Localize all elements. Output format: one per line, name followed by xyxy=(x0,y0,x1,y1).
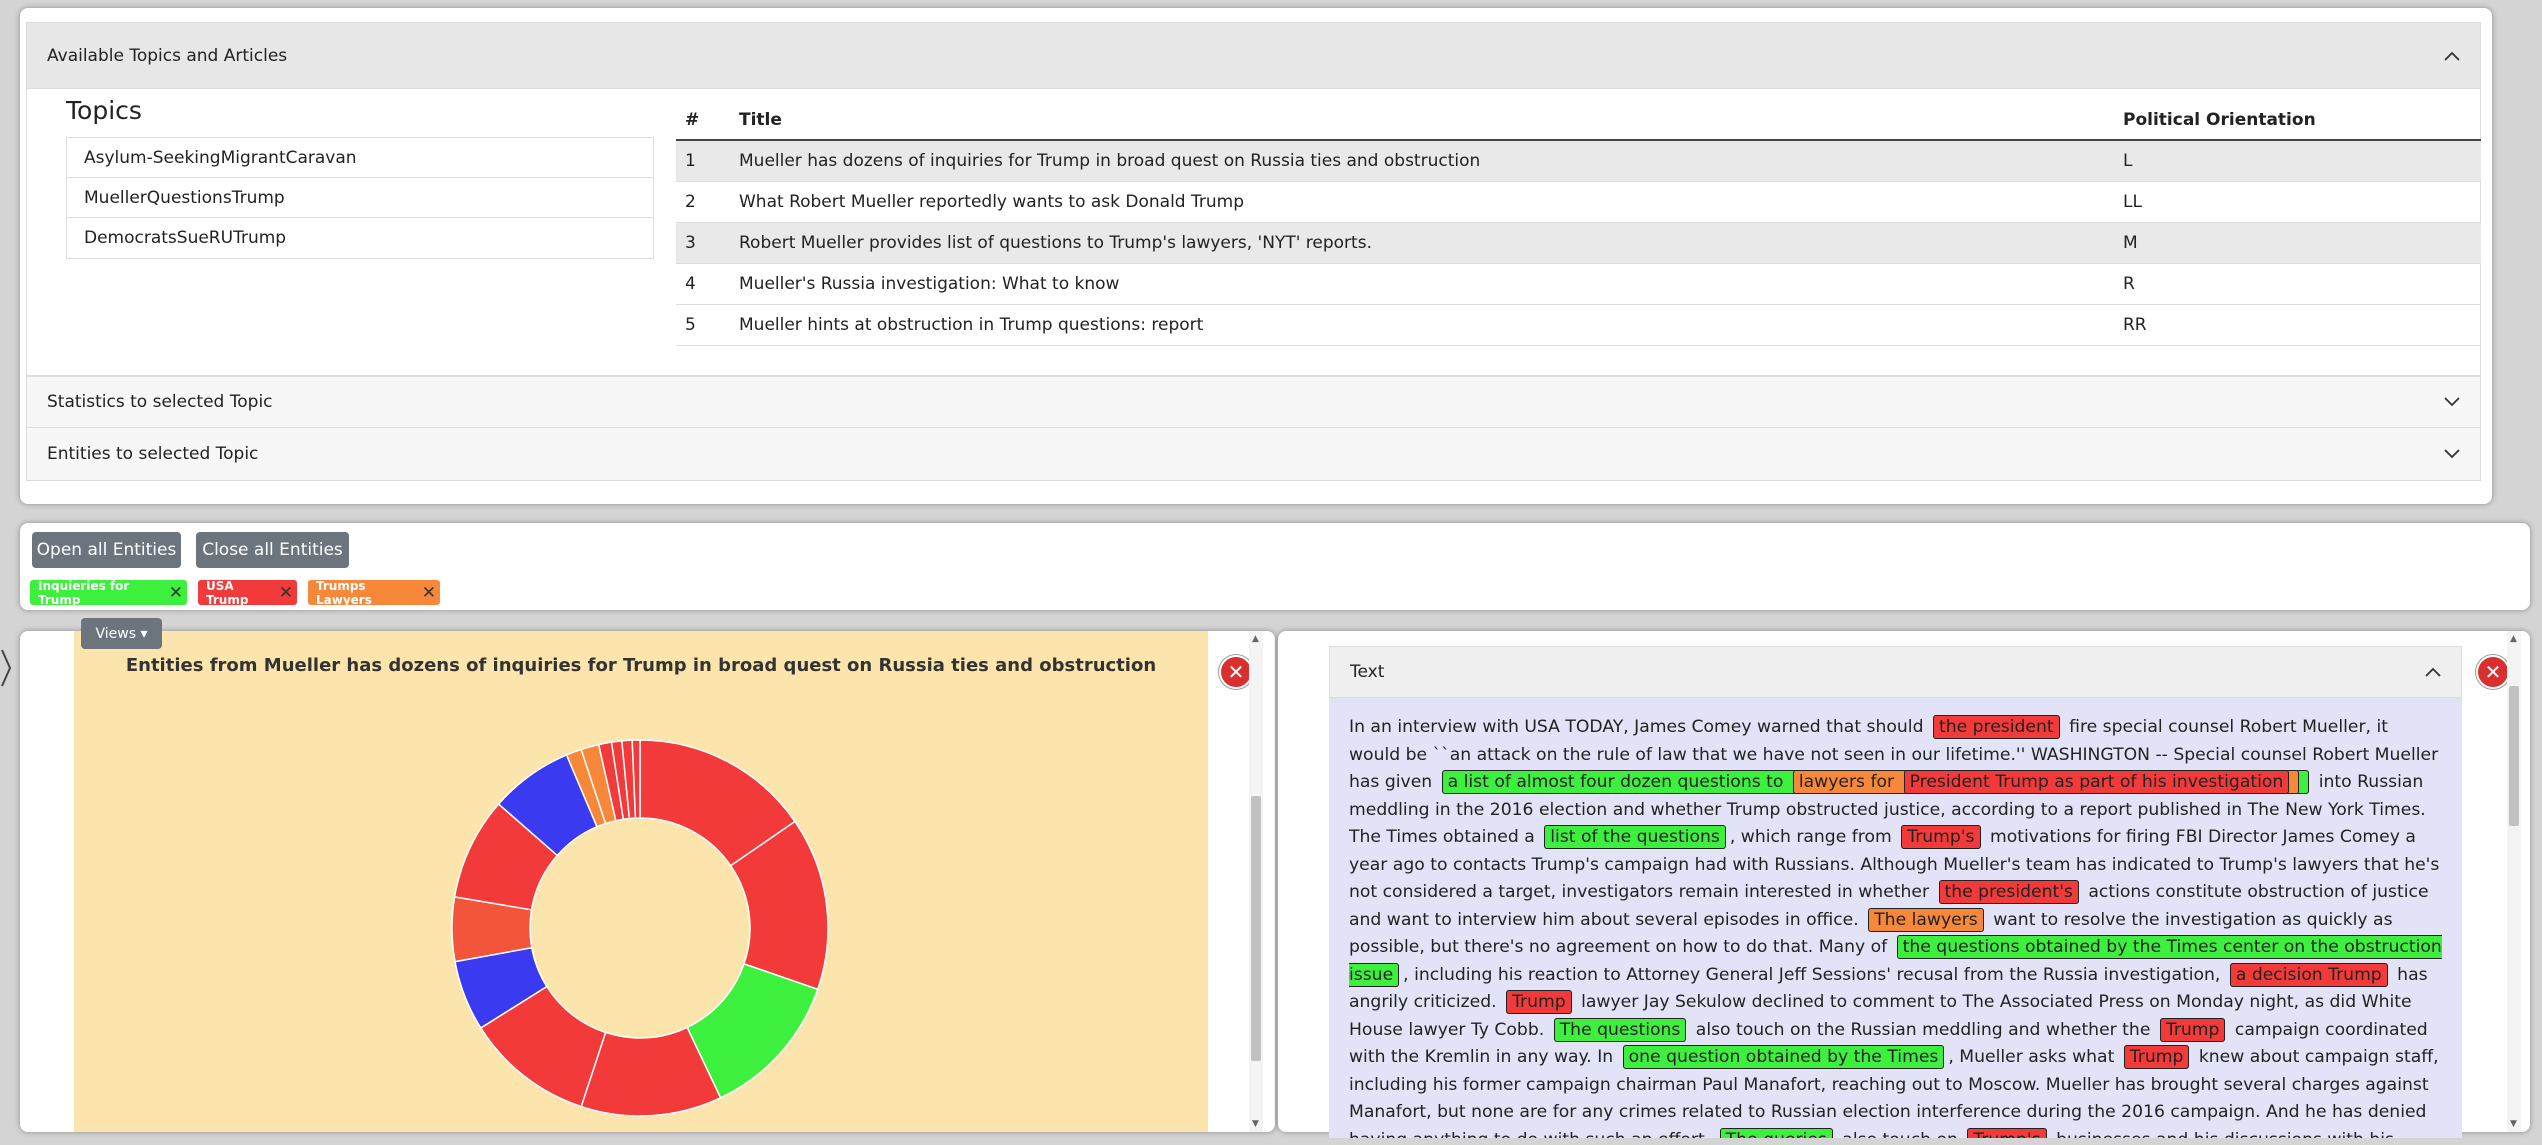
entity-highlight[interactable]: The lawyers xyxy=(1868,907,1984,932)
chevron-down-icon xyxy=(2444,397,2460,407)
entity-highlight[interactable]: lawyers for President Trump as part of h… xyxy=(1792,770,2300,794)
entity-tag-trumps-lawyers[interactable]: Trumps Lawyers ✕ xyxy=(308,578,440,607)
open-all-entities-button[interactable]: Open all Entities xyxy=(32,532,181,568)
accordion-header-text[interactable]: Text xyxy=(1329,646,2462,698)
topic-list: Asylum-SeekingMigrantCaravan MuellerQues… xyxy=(66,137,654,259)
cell-orientation: LL xyxy=(2114,181,2481,223)
entity-highlight[interactable]: the president's xyxy=(1938,880,2079,904)
accordion-title: Text xyxy=(1350,662,1385,682)
table-header-row: # Title Political Orientation xyxy=(676,100,2481,141)
table-row[interactable]: 5 Mueller hints at obstruction in Trump … xyxy=(676,304,2481,346)
entity-tag-label: Inquieries for Trump xyxy=(38,578,130,607)
topics-heading: Topics xyxy=(66,96,142,125)
scroll-down-arrow-icon[interactable]: ▼ xyxy=(1252,1119,1259,1129)
cell-num: 4 xyxy=(676,263,730,305)
collapse-handle-icon[interactable] xyxy=(0,648,14,688)
scrollbar-thumb[interactable] xyxy=(1251,796,1261,1061)
remove-icon[interactable]: ✕ xyxy=(422,583,436,603)
entity-tag-label: USA Trump xyxy=(206,578,249,607)
scroll-up-arrow-icon[interactable]: ▲ xyxy=(1252,634,1259,644)
article-text: In an interview with USA TODAY, James Co… xyxy=(1329,698,2462,1138)
accordion-title: Entities to selected Topic xyxy=(47,444,259,464)
cell-num: 5 xyxy=(676,304,730,346)
remove-icon[interactable]: ✕ xyxy=(169,583,183,603)
table-row[interactable]: 2 What Robert Mueller reportedly wants t… xyxy=(676,181,2481,223)
chart-panel-scrollbar[interactable]: ▲ ▼ xyxy=(1249,631,1263,1132)
cell-orientation: M xyxy=(2114,222,2481,264)
entity-highlight[interactable]: Trump's xyxy=(1967,1127,2047,1138)
chart-title: Entities from Mueller has dozens of inqu… xyxy=(125,655,1157,676)
column-header-num: # xyxy=(676,100,730,141)
entity-highlight[interactable]: Trump's xyxy=(1901,825,1981,849)
cell-title: Mueller has dozens of inquiries for Trum… xyxy=(730,140,2114,182)
cell-orientation: RR xyxy=(2114,304,2481,346)
chevron-up-icon xyxy=(2425,667,2441,677)
accordion-header-entities[interactable]: Entities to selected Topic xyxy=(26,428,2481,481)
topic-item[interactable]: Asylum-SeekingMigrantCaravan xyxy=(67,138,653,178)
topic-item[interactable]: MuellerQuestionsTrump xyxy=(67,178,653,218)
entity-highlight[interactable]: one question obtained by the Times xyxy=(1622,1045,1945,1069)
cell-title: Mueller's Russia investigation: What to … xyxy=(730,263,2114,305)
entity-highlight[interactable]: President Trump as part of his investiga… xyxy=(1903,770,2290,794)
cell-num: 2 xyxy=(676,181,730,223)
text-panel-scrollbar[interactable]: ▲ ▼ xyxy=(2507,631,2521,1132)
scroll-down-arrow-icon[interactable]: ▼ xyxy=(2510,1119,2517,1129)
entity-highlight[interactable]: Trump xyxy=(2159,1017,2226,1042)
scroll-up-arrow-icon[interactable]: ▲ xyxy=(2510,634,2517,644)
topic-item[interactable]: DemocratsSueRUTrump xyxy=(67,218,653,258)
table-row[interactable]: 4 Mueller's Russia investigation: What t… xyxy=(676,263,2481,305)
articles-table: # Title Political Orientation 1 Mueller … xyxy=(676,100,2481,346)
entity-highlight[interactable]: The questions xyxy=(1553,1017,1687,1042)
entity-highlight[interactable]: list of the questions xyxy=(1544,825,1726,849)
cell-orientation: R xyxy=(2114,263,2481,305)
close-text-panel-icon[interactable]: ✕ xyxy=(2476,655,2510,689)
cell-title: Mueller hints at obstruction in Trump qu… xyxy=(730,304,2114,346)
donut-chart xyxy=(451,739,829,1117)
table-row[interactable]: 1 Mueller has dozens of inquiries for Tr… xyxy=(676,140,2481,182)
entity-highlight[interactable]: Trump xyxy=(2123,1045,2190,1069)
cell-title: What Robert Mueller reportedly wants to … xyxy=(730,181,2114,223)
scrollbar-thumb[interactable] xyxy=(2509,686,2519,826)
close-chart-panel-icon[interactable]: ✕ xyxy=(1219,655,1253,689)
cell-orientation: L xyxy=(2114,140,2481,182)
entity-tag-usa-trump[interactable]: USA Trump ✕ xyxy=(198,578,297,607)
column-header-orientation: Political Orientation xyxy=(2114,100,2481,141)
accordion-title: Available Topics and Articles xyxy=(47,45,288,66)
entity-highlight[interactable]: The queries xyxy=(1719,1127,1833,1138)
table-row[interactable]: 3 Robert Mueller provides list of questi… xyxy=(676,222,2481,264)
accordion-title: Statistics to selected Topic xyxy=(47,392,273,412)
accordion-header-topics-articles[interactable]: Available Topics and Articles xyxy=(26,22,2481,89)
cell-num: 3 xyxy=(676,222,730,264)
entity-highlight[interactable]: a decision Trump xyxy=(2229,962,2388,987)
entity-highlight[interactable]: the president xyxy=(1932,715,2060,739)
remove-icon[interactable]: ✕ xyxy=(279,583,293,603)
entity-tag-inquieries[interactable]: Inquieries for Trump ✕ xyxy=(30,578,187,607)
cell-num: 1 xyxy=(676,140,730,182)
close-all-entities-button[interactable]: Close all Entities xyxy=(196,532,349,568)
entity-highlight[interactable]: Trump xyxy=(1506,990,1572,1014)
chevron-down-icon xyxy=(2444,449,2460,459)
cell-title: Robert Mueller provides list of question… xyxy=(730,222,2114,264)
entity-tag-label: Trumps Lawyers xyxy=(316,578,372,607)
column-header-title: Title xyxy=(730,100,2114,141)
entity-highlight[interactable]: a list of almost four dozen questions to… xyxy=(1441,770,2310,794)
chevron-up-icon xyxy=(2444,51,2460,61)
accordion-header-statistics[interactable]: Statistics to selected Topic xyxy=(26,376,2481,428)
views-dropdown-button[interactable]: Views ▾ xyxy=(81,618,162,649)
